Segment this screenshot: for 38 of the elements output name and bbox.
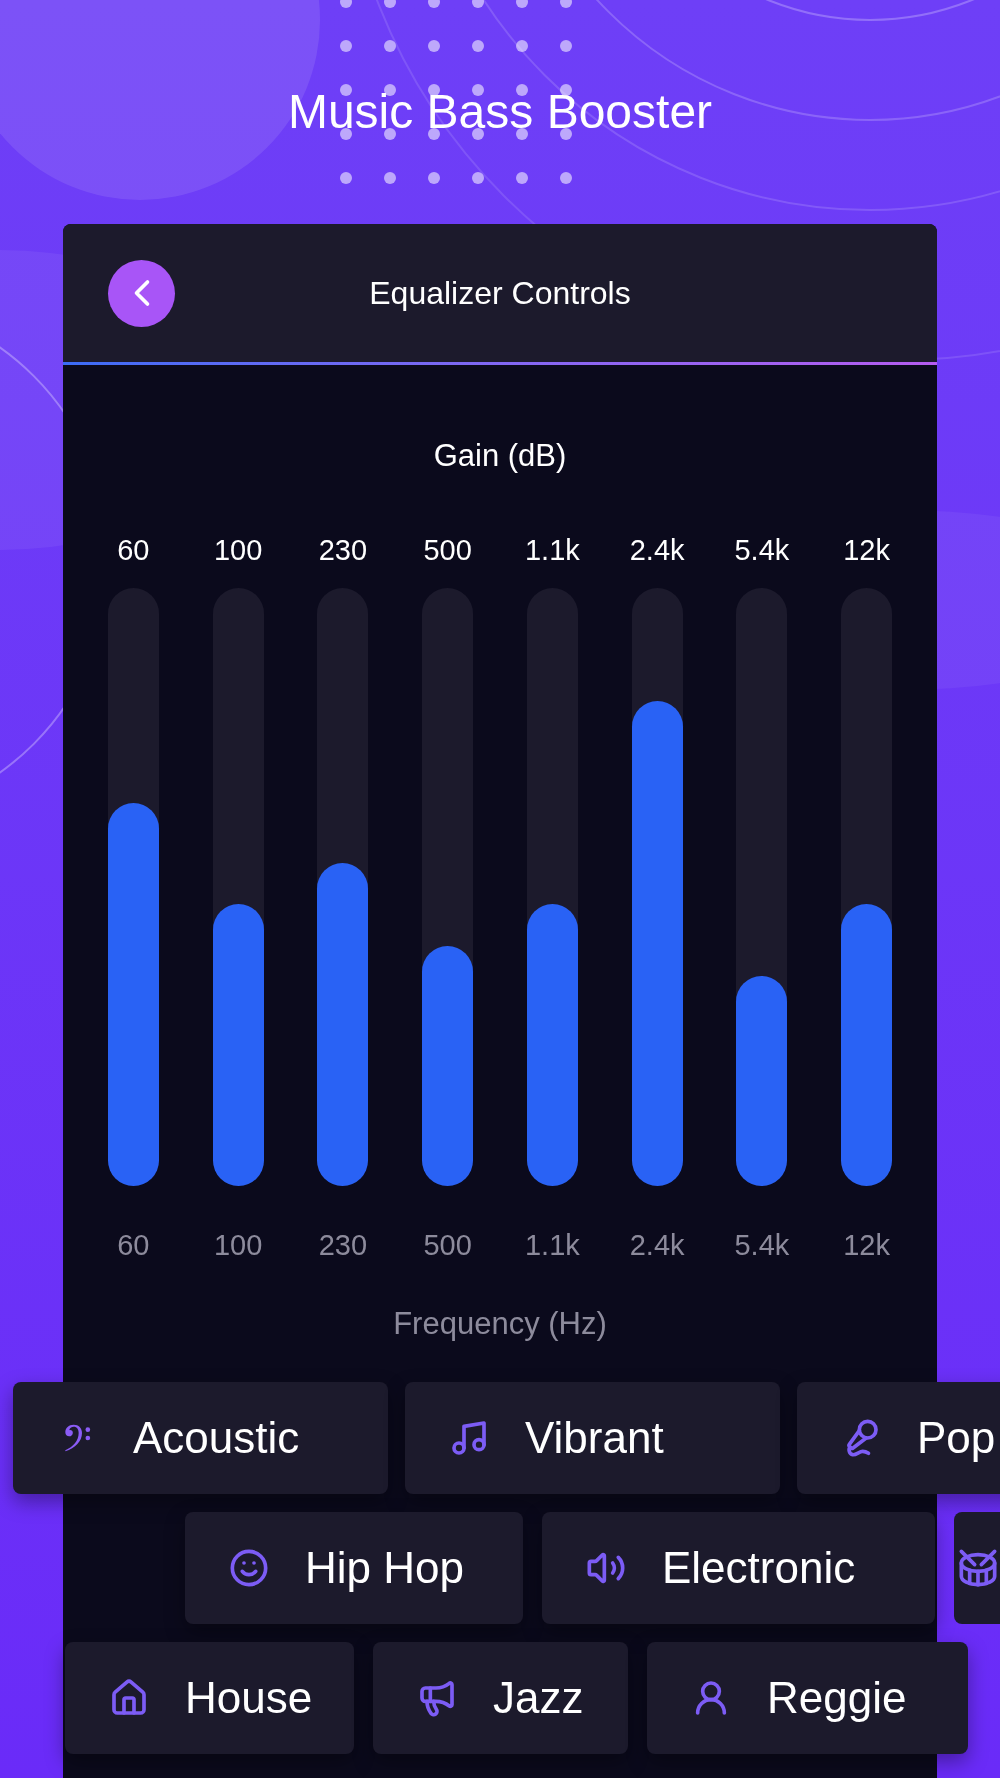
app-title: Music Bass Booster [287,84,713,140]
gain-axis-label: Gain (dB) [433,438,567,473]
slider-track[interactable] [107,587,159,1186]
preset-button[interactable]: House [65,1641,354,1754]
band-frequency-label: 12k [843,1227,890,1263]
slider-track[interactable] [212,587,264,1186]
preset-button[interactable]: Pop [797,1381,1000,1494]
band-gain-label: 230 [318,532,368,568]
band-gain-label: 500 [423,532,472,568]
header-title: Equalizer Controls [369,274,631,313]
drum-icon [958,1547,998,1588]
preset-button[interactable]: Vibrant [405,1381,780,1494]
band-gain-label: 12k [843,532,890,568]
preset-button[interactable]: Electronic [542,1511,935,1624]
preset-button[interactable]: Jazz [373,1641,628,1754]
preset-button[interactable]: Hip Hop [185,1511,523,1624]
frequency-axis-label: Frequency (Hz) [393,1306,607,1341]
preset-button[interactable]: Acoustic [13,1381,388,1494]
band-frequency-label: 1.1k [524,1227,580,1263]
band-gain-label: 60 [117,532,150,568]
band-gain-label: 1.1k [524,532,580,568]
band-frequency-label: 60 [117,1227,150,1263]
house-icon [109,1677,149,1718]
band-frequency-label: 2.4k [629,1227,685,1263]
band-frequency-label: 100 [213,1227,263,1263]
band-gain-label: 2.4k [629,532,685,568]
slider-track[interactable] [526,587,578,1186]
band-frequency-label: 500 [423,1227,472,1263]
slider-track[interactable] [631,587,683,1186]
preset-button[interactable]: Reggie [647,1641,968,1754]
band-frequency-label: 230 [318,1227,368,1263]
slider-track[interactable] [422,587,474,1186]
band-frequency-label: 5.4k [734,1227,790,1263]
slider-track[interactable] [317,587,369,1186]
slider-track[interactable] [736,587,788,1186]
band-gain-label: 100 [213,532,263,568]
band-gain-label: 5.4k [734,532,790,568]
slider-track[interactable] [841,587,893,1186]
